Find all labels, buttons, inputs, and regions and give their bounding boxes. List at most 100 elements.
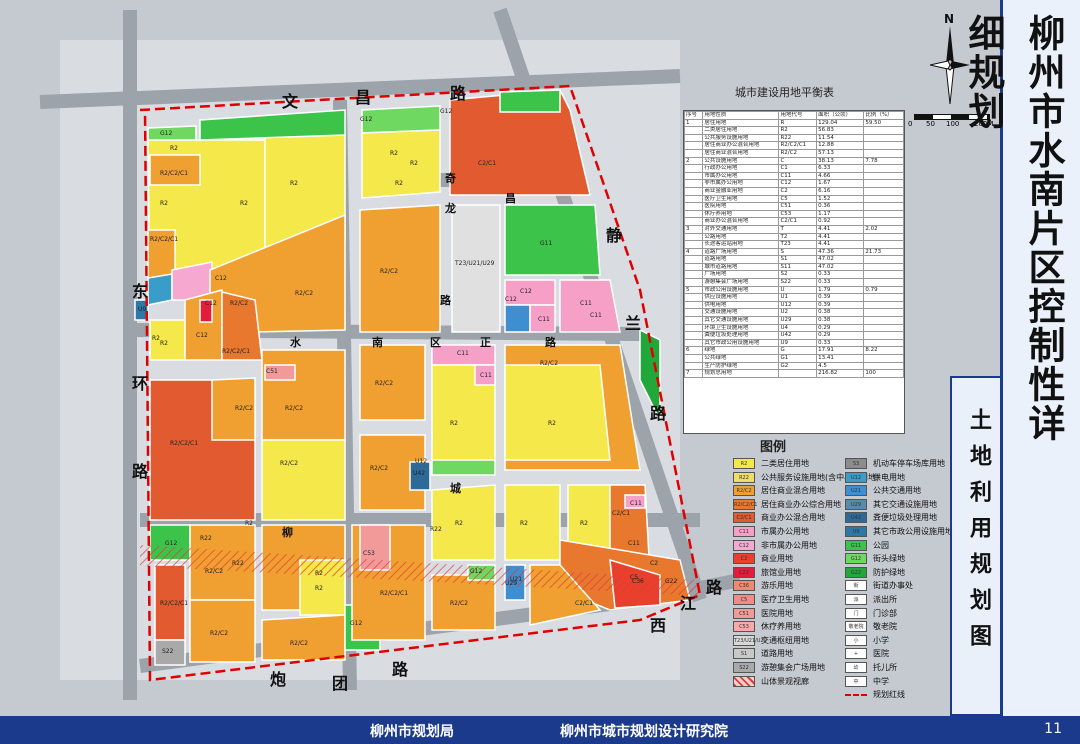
legend-swatch: S1 xyxy=(733,648,755,660)
table-cell: 0.39 xyxy=(816,293,865,302)
legend-label: 门诊部 xyxy=(873,608,897,618)
legend: R2 二类居住用地 R22 公共服务设施用地(含中小学用地) R2/C2 居住商业混合用地… xyxy=(733,458,953,702)
parcel-label: R2/C2 xyxy=(230,300,249,307)
table-cell: 4.5 xyxy=(816,361,865,371)
legend-label: 小学 xyxy=(873,635,889,645)
parcel-label: C12 xyxy=(215,275,227,282)
legend-label: 粪便垃圾处理用地 xyxy=(873,513,937,523)
parcel-label: R2/C2 xyxy=(450,600,469,607)
table-cell: 216.82 xyxy=(816,369,865,378)
table-cell: 公共服务设施用地 xyxy=(702,133,780,143)
parcel-label: C51 xyxy=(266,368,278,375)
table-cell: U2 xyxy=(778,308,818,318)
legend-swatch: C22 xyxy=(733,566,755,578)
legend-label: 医院 xyxy=(873,649,889,659)
parcel-label: R2 xyxy=(245,520,253,527)
parcel-label: R2/C2 xyxy=(370,465,389,472)
table-cell xyxy=(863,133,904,143)
table-cell: 3 xyxy=(683,224,704,234)
table-cell: 7.78 xyxy=(863,156,904,166)
legend-label: 其它交通设施用地 xyxy=(873,499,937,509)
table-cell: 4.41 xyxy=(816,232,865,242)
table-cell: 环境卫生设施用地 xyxy=(702,323,780,333)
table-cell: C51 xyxy=(778,202,818,211)
legend-swatch: 中 xyxy=(845,675,867,687)
legend-swatch: C51 xyxy=(733,607,755,619)
table-header-cell: 用地代号 xyxy=(778,111,818,120)
table-row: 医疗卫生用地 C5 1.52 xyxy=(683,194,904,204)
legend-label: 旅馆业用地 xyxy=(761,567,801,577)
parcel-label: C11 xyxy=(628,540,640,547)
parcel-label: R2 xyxy=(315,585,323,592)
table-cell: 绿地 xyxy=(702,346,780,355)
table-cell xyxy=(683,133,704,143)
parcel-label: C11 xyxy=(480,372,492,379)
table-cell xyxy=(683,179,704,188)
table-row: 交通设施用地 U2 0.38 xyxy=(683,308,904,318)
parcel-label: C12 xyxy=(196,332,208,339)
table-cell xyxy=(683,141,704,150)
parcel-label: R2 xyxy=(315,570,323,577)
parcel-label: R2 xyxy=(390,150,398,157)
scale-label: 50 xyxy=(926,120,935,128)
table-cell xyxy=(683,209,704,219)
table-cell: S1 xyxy=(778,255,818,264)
table-cell: C1 xyxy=(778,164,818,173)
legend-label: 医疗卫生用地 xyxy=(761,595,809,604)
table-cell xyxy=(683,240,704,249)
parcel-label: C2/C1 xyxy=(478,160,497,167)
legend-swatch: 小 xyxy=(845,634,867,646)
footer-left: 柳州市规划局 xyxy=(370,724,454,740)
legend-swatch: 幼 xyxy=(845,662,867,673)
legend-swatch: C53 xyxy=(733,621,755,633)
legend-label: 街头绿地 xyxy=(873,554,905,564)
parcel-label: U12 xyxy=(415,458,428,465)
table-cell: 0.92 xyxy=(816,217,865,226)
table-cell: G xyxy=(778,346,818,355)
parcel-label: T23/U21/U29 xyxy=(455,260,495,267)
parcel-label: R2/C2 xyxy=(285,405,304,412)
table-cell: 8.22 xyxy=(863,346,904,355)
table-cell xyxy=(863,293,904,302)
table-row: 二类居住用地 R2 56.83 xyxy=(683,126,904,135)
legend-swatch xyxy=(733,675,755,687)
table-cell xyxy=(683,202,704,211)
legend-swatch: C5 xyxy=(733,594,755,605)
legend-label: 其它市政公用设施用地 xyxy=(873,527,953,536)
table-cell: 对外交通用地 xyxy=(702,224,780,234)
table-cell xyxy=(863,141,904,150)
table-cell xyxy=(863,209,904,219)
table-cell xyxy=(683,262,704,272)
table-cell: R2 xyxy=(778,126,818,135)
legend-label: 居住商业办公综合用地 xyxy=(761,499,841,509)
page-title: 柳州市水南片区控制性详细规划 xyxy=(962,14,1065,443)
table-cell: 长途客运站用地 xyxy=(702,240,780,249)
table-cell: 粪便垃圾处理用地 xyxy=(702,331,780,340)
table-cell: 2.02 xyxy=(863,224,904,234)
legend-label: 中学 xyxy=(873,676,889,686)
table-cell: 21.73 xyxy=(863,247,904,257)
table-cell: 11.54 xyxy=(816,133,865,143)
table-cell: C5 xyxy=(778,194,818,204)
table-cell: 0.33 xyxy=(816,278,865,287)
table-cell: 医院用地 xyxy=(702,202,780,211)
parcel-label: C11 xyxy=(580,300,592,307)
legend-swatch: 敬老院 xyxy=(845,621,867,633)
table-cell: 0.33 xyxy=(816,338,865,348)
parcel-label: C53 xyxy=(363,550,375,557)
parcel-label: R2/C2 xyxy=(380,268,399,275)
parcel-label: R2/C2/C1 xyxy=(160,600,189,607)
table-row: 商业办公混合用地 C2/C1 0.92 xyxy=(683,217,904,226)
legend-label: 派出所 xyxy=(873,595,897,604)
table-cell xyxy=(863,186,904,196)
table-row: 城市道路用地 S11 47.02 xyxy=(683,262,904,272)
parcel-label: G22 xyxy=(665,578,678,585)
legend-label: 医院用地 xyxy=(761,608,793,618)
table-cell xyxy=(683,186,704,196)
legend-swatch: G12 xyxy=(845,553,867,565)
table-cell: 生产防护绿地 xyxy=(702,361,780,371)
table-cell: S2 xyxy=(778,270,818,280)
legend-swatch: U12 xyxy=(845,471,867,483)
table-cell: 城市道路用地 xyxy=(702,262,780,272)
table-cell xyxy=(863,148,904,158)
